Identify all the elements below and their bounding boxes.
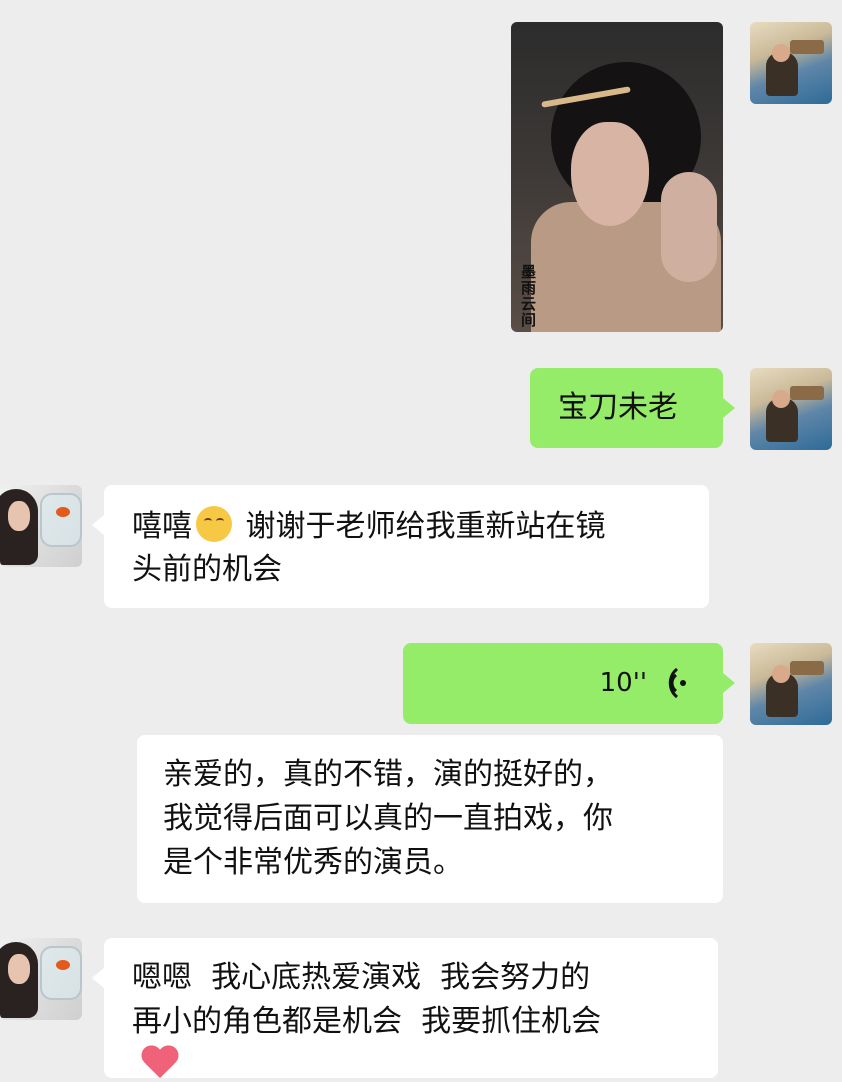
text-bubble[interactable]: 亲爱的，真的不错，演的挺好的， 我觉得后面可以真的一直拍戏，你 是个非常优秀的演… — [137, 735, 723, 903]
message-line: 是个非常优秀的演员。 — [163, 845, 463, 880]
avatar-face — [772, 665, 790, 683]
message-line-1: 嘻嘻 谢谢于老师给我重新站在镜 — [132, 505, 606, 549]
my-avatar[interactable] — [750, 368, 832, 450]
message-line: 我觉得后面可以真的一直拍戏，你 — [163, 801, 613, 836]
logo-char: 间 — [521, 311, 537, 329]
message-text: 头前的机会 — [132, 552, 282, 587]
received-text-bubble[interactable]: 嘻嘻 谢谢于老师给我重新站在镜 头前的机会 — [92, 485, 709, 608]
voice-wave-icon — [668, 667, 686, 699]
avatar-sign — [790, 40, 824, 54]
message-text: 谢谢于老师给我重新站在镜 — [236, 509, 606, 544]
avatar-sign — [790, 386, 824, 400]
message-line: 嗯嗯 我心底热爱演戏 我会努力的 — [132, 960, 591, 995]
avatar-goldfish — [56, 507, 70, 517]
avatar-fishbowl — [40, 946, 82, 1000]
my-avatar[interactable] — [750, 643, 832, 725]
message-text: 嘻嘻 — [132, 509, 192, 544]
logo-char: 云 — [521, 295, 537, 313]
image-message[interactable]: 墨雨云间 — [511, 22, 723, 332]
avatar-sign — [790, 661, 824, 675]
avatar-face — [772, 390, 790, 408]
contact-avatar[interactable] — [0, 938, 82, 1020]
logo-char: 墨 — [521, 263, 537, 281]
sent-text-bubble[interactable]: 宝刀未老 — [530, 368, 735, 448]
red-heart-icon — [140, 1046, 180, 1082]
logo-char: 雨 — [521, 279, 537, 297]
my-avatar[interactable] — [750, 22, 832, 104]
message-line: 亲爱的，真的不错，演的挺好的， — [163, 757, 613, 792]
message-line-2: 头前的机会 — [132, 548, 282, 592]
photo-face — [571, 122, 649, 226]
avatar-goldfish — [56, 960, 70, 970]
message-text: 宝刀未老 — [558, 390, 678, 425]
smiling-face-icon — [196, 506, 232, 542]
avatar-face — [772, 44, 790, 62]
avatar-face — [8, 501, 30, 531]
voice-message-bubble[interactable]: 10'' — [403, 643, 735, 724]
drama-logo: 墨雨云间 — [521, 264, 567, 330]
photo-hands — [661, 172, 717, 282]
avatar-fishbowl — [40, 493, 82, 547]
received-text-bubble[interactable]: 嗯嗯 我心底热爱演戏 我会努力的 再小的角色都是机会 我要抓住机会 — [92, 938, 718, 1078]
avatar-face — [8, 954, 30, 984]
contact-avatar[interactable] — [0, 485, 82, 567]
voice-duration: 10'' — [599, 668, 647, 698]
message-line: 再小的角色都是机会 我要抓住机会 — [132, 1004, 602, 1039]
